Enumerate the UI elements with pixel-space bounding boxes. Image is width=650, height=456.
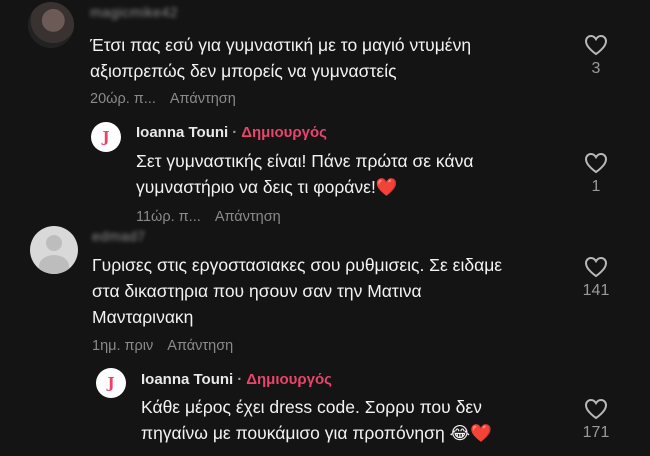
separator: · — [237, 371, 243, 388]
comment-username[interactable]: edmad7 — [92, 228, 146, 244]
reply-time: 11ώρ. π... — [136, 209, 201, 225]
comment-text: Έτσι πας εσύ για γυμναστική με το μαγιό … — [90, 35, 472, 81]
separator: · — [232, 124, 238, 141]
comment-text: Γυρισες στις εργοστασιακες σου ρυθμισεις… — [92, 255, 503, 327]
like-button[interactable]: 171 — [576, 398, 616, 442]
like-count: 1 — [591, 178, 601, 195]
reply-text: Σετ γυμναστικής είναι! Πάνε πρώτα σε κάν… — [136, 148, 473, 201]
reply-author-line: Ioanna Touni · Δημιουργός — [141, 371, 332, 388]
comment-meta: 20ώρ. π... Απάντηση — [90, 91, 236, 107]
like-button[interactable]: 1 — [576, 152, 616, 196]
creator-avatar[interactable]: J — [91, 122, 121, 152]
reply-author[interactable]: Ioanna Touni — [141, 371, 233, 388]
reply-author-line: Ioanna Touni · Δημιουργός — [136, 124, 327, 141]
reply-author[interactable]: Ioanna Touni — [136, 124, 228, 141]
avatar-letter: J — [102, 128, 110, 146]
reply-button[interactable]: Απάντηση — [170, 91, 236, 107]
reply-meta: 11ώρ. π... Απάντηση — [136, 209, 281, 225]
heart-outline-icon[interactable] — [584, 256, 608, 278]
like-button[interactable]: 3 — [576, 34, 616, 78]
creator-badge: Δημιουργός — [241, 124, 327, 141]
heart-emoji: ❤️ — [470, 424, 492, 444]
comment-time: 1ημ. πριν — [92, 338, 154, 354]
creator-avatar[interactable]: J — [96, 368, 126, 398]
reply-text-body: Σετ γυμναστικής είναι! Πάνε πρώτα σε κάν… — [136, 151, 474, 197]
comment-username[interactable]: magicmike42 — [90, 4, 178, 20]
like-count: 141 — [582, 282, 610, 299]
heart-outline-icon[interactable] — [584, 34, 608, 56]
laughing-emoji: 😂 — [449, 424, 471, 444]
heart-emoji: ❤️ — [375, 178, 398, 198]
comment-meta: 1ημ. πριν Απάντηση — [92, 338, 233, 354]
comment-time: 20ώρ. π... — [90, 91, 156, 107]
reply-text: Κάθε μέρος έχει dress code. Σορρυ που δε… — [141, 394, 492, 447]
avatar-letter: J — [107, 374, 115, 392]
heart-outline-icon[interactable] — [584, 152, 608, 174]
like-count: 171 — [582, 424, 610, 441]
heart-outline-icon[interactable] — [584, 398, 608, 420]
like-count: 3 — [591, 60, 601, 77]
reply-text-body: Κάθε μέρος έχει dress code. Σορρυ που δε… — [141, 397, 482, 443]
reply-button[interactable]: Απάντηση — [215, 209, 281, 225]
user-avatar[interactable] — [30, 226, 78, 274]
reply-button[interactable]: Απάντηση — [167, 338, 233, 354]
user-avatar[interactable] — [28, 2, 74, 48]
like-button[interactable]: 141 — [576, 256, 616, 300]
creator-badge: Δημιουργός — [246, 371, 332, 388]
